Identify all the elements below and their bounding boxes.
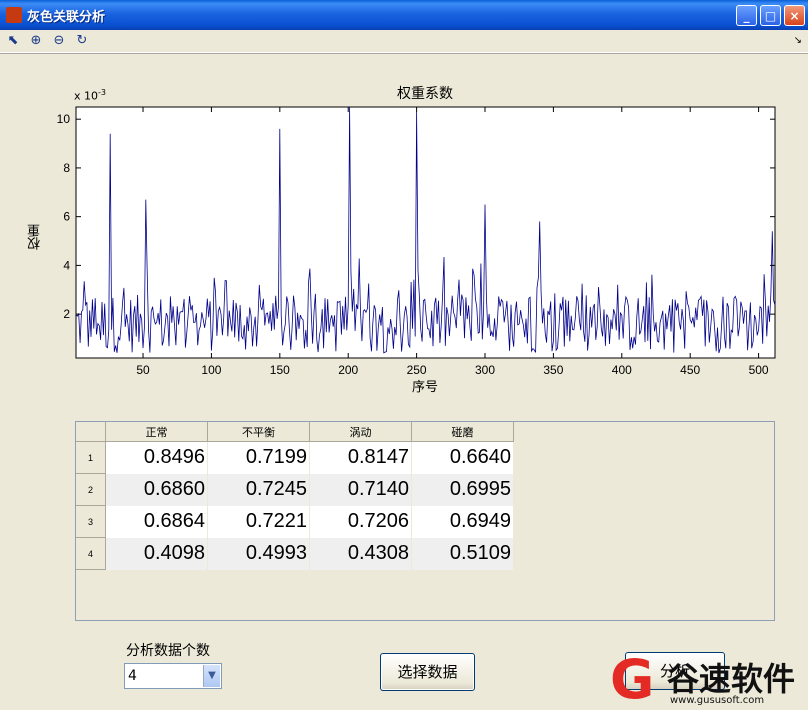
table-row: 2 0.6860 0.7245 0.7140 0.6995 <box>76 473 514 506</box>
chevron-down-icon[interactable]: ▼ <box>203 665 220 687</box>
table-cell[interactable]: 0.8147 <box>309 441 412 474</box>
table-cell[interactable]: 0.6860 <box>105 473 208 506</box>
results-table[interactable]: 正常 不平衡 涡动 碰磨 1 0.8496 0.7199 0.8147 0.66… <box>76 422 514 570</box>
y-tick-label: 8 <box>63 161 70 175</box>
table-cell[interactable]: 0.4098 <box>105 537 208 570</box>
row-header[interactable]: 4 <box>76 537 106 570</box>
y-tick-label: 2 <box>63 307 70 321</box>
table-cell[interactable]: 0.5109 <box>411 537 514 570</box>
column-header[interactable]: 涡动 <box>309 422 412 442</box>
select-data-button[interactable]: 选择数据 <box>380 653 475 691</box>
x-tick-label: 300 <box>475 363 495 377</box>
column-header[interactable]: 不平衡 <box>207 422 310 442</box>
table-cell[interactable]: 0.4993 <box>207 537 310 570</box>
table-cell[interactable]: 0.6864 <box>105 505 208 538</box>
table-cell[interactable]: 0.8496 <box>105 441 208 474</box>
y-axis-label: 权重 <box>28 224 43 250</box>
column-header[interactable]: 碰磨 <box>411 422 514 442</box>
x-tick-label: 50 <box>136 363 150 377</box>
x-tick-label: 350 <box>543 363 563 377</box>
count-select[interactable]: 4 ▼ <box>124 663 222 689</box>
x-tick-label: 450 <box>680 363 700 377</box>
y-tick-label: 6 <box>63 210 70 224</box>
table-cell[interactable]: 0.7140 <box>309 473 412 506</box>
line-chart[interactable]: 50 100 150 200 250 300 350 400 450 500 2 4 6 8 10 <box>0 0 808 400</box>
y-tick-label: 4 <box>63 258 70 272</box>
row-header[interactable]: 3 <box>76 505 106 538</box>
x-tick-label: 500 <box>749 363 769 377</box>
column-header[interactable]: 正常 <box>105 422 208 442</box>
x-tick-label: 200 <box>338 363 358 377</box>
table-cell[interactable]: 0.7245 <box>207 473 310 506</box>
y-tick-label: 10 <box>57 112 71 126</box>
count-select-value: 4 <box>128 668 137 684</box>
row-header[interactable]: 1 <box>76 441 106 474</box>
table-cell[interactable]: 0.6640 <box>411 441 514 474</box>
x-tick-label: 100 <box>201 363 221 377</box>
table-cell[interactable]: 0.7199 <box>207 441 310 474</box>
watermark-logo-icon: G <box>610 648 655 710</box>
table-row: 1 0.8496 0.7199 0.8147 0.6640 <box>76 441 514 474</box>
watermark-text: 谷速软件 <box>667 660 796 698</box>
table-cell[interactable]: 0.7206 <box>309 505 412 538</box>
table-row: 3 0.6864 0.7221 0.7206 0.6949 <box>76 505 514 538</box>
watermark-url: www.gususoft.com <box>670 695 765 706</box>
table-cell[interactable]: 0.6949 <box>411 505 514 538</box>
app-window: 灰色关联分析 _ □ × ⬉ ⊕ ⊖ ↻ ↘ 权重系数 x 10-3 50 100… <box>0 0 808 710</box>
table-corner <box>76 422 106 442</box>
watermark: G 谷速软件 www.gususoft.com <box>610 652 808 710</box>
table-cell[interactable]: 0.6995 <box>411 473 514 506</box>
table-cell[interactable]: 0.7221 <box>207 505 310 538</box>
table-cell[interactable]: 0.4308 <box>309 537 412 570</box>
x-tick-label: 400 <box>612 363 632 377</box>
results-table-panel: 正常 不平衡 涡动 碰磨 1 0.8496 0.7199 0.8147 0.66… <box>75 421 775 621</box>
x-tick-label: 250 <box>407 363 427 377</box>
x-tick-label: 150 <box>270 363 290 377</box>
row-header[interactable]: 2 <box>76 473 106 506</box>
x-axis-label: 序号 <box>411 380 438 395</box>
table-row: 4 0.4098 0.4993 0.4308 0.5109 <box>76 537 514 570</box>
count-label: 分析数据个数 <box>126 643 210 659</box>
